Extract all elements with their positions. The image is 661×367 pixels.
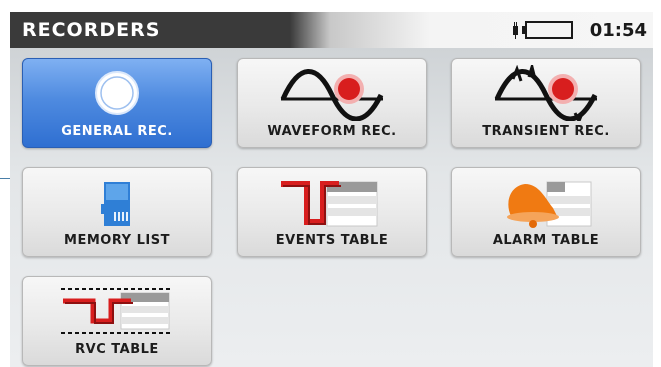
events-table-label: EVENTS TABLE [275,233,389,248]
rvc-table-button[interactable]: RVC TABLE [22,276,212,366]
waveform-rec-button[interactable]: WAVEFORM REC. [237,58,427,148]
recorder-menu: GENERAL REC. WAVEFORM REC. TRANSIENT REC… [10,48,653,367]
memory-list-label: MEMORY LIST [64,233,170,248]
alarm-table-label: ALARM TABLE [492,233,600,248]
general-rec-button[interactable]: GENERAL REC. [22,58,212,148]
sd-card-icon [101,182,130,226]
waveform-rec-label: WAVEFORM REC. [267,124,397,139]
clock-time: 01:54 [589,20,647,41]
rvc-table-icon [61,288,173,334]
memory-list-button[interactable]: MEMORY LIST [22,167,212,257]
alarm-table-button[interactable]: ALARM TABLE [451,167,641,257]
plug-icon [513,22,518,39]
events-table-icon [281,181,378,227]
alarm-bell-table-icon [507,181,592,228]
rvc-table-label: RVC TABLE [75,342,159,357]
record-circle-icon [95,71,139,115]
page-title: RECORDERS [22,19,161,41]
title-bar: RECORDERS 01:54 [10,12,653,48]
events-table-button[interactable]: EVENTS TABLE [237,167,427,257]
transient-rec-button[interactable]: TRANSIENT REC. [451,58,641,148]
recorders-screen: RECORDERS 01:54 GENERAL REC. WAVEFORM RE… [10,12,653,367]
transient-rec-label: TRANSIENT REC. [482,124,610,139]
battery-empty-icon [522,21,573,39]
waveform-icon [280,69,384,121]
status-icons [513,21,573,39]
general-rec-label: GENERAL REC. [61,124,173,139]
transient-icon [494,65,598,121]
